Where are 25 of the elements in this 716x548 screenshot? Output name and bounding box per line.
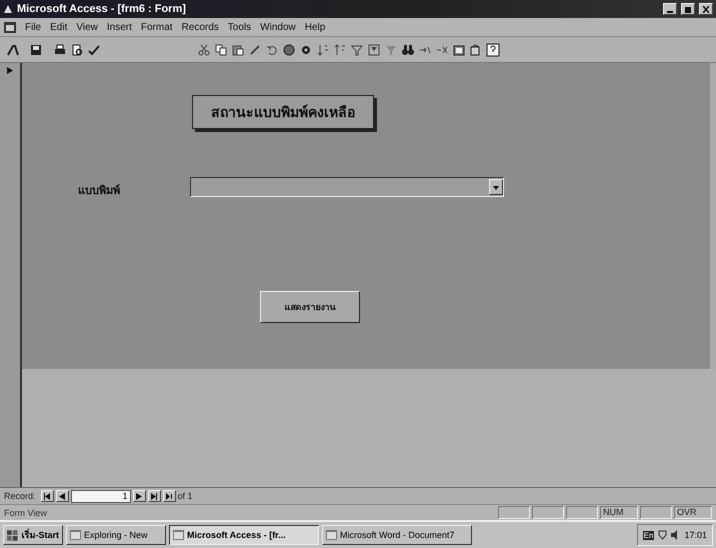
status-indicator: OVR xyxy=(674,506,712,519)
menu-item[interactable]: Records xyxy=(182,22,219,32)
taskbar-button[interactable]: Microsoft Word - Document7 xyxy=(322,525,472,545)
taskbar-button[interactable]: Exploring - New xyxy=(66,525,166,545)
menu-item[interactable]: Tools xyxy=(228,22,252,32)
field-label: แบบพิมพ์ xyxy=(78,183,120,199)
menu-item[interactable]: Window xyxy=(260,22,296,32)
start-button[interactable]: เริ่ม-Start xyxy=(3,525,63,545)
menu-item[interactable]: Format xyxy=(140,22,173,32)
menu-item[interactable]: Help xyxy=(304,22,326,32)
record-number-field[interactable]: 1 xyxy=(70,490,131,502)
window-title: Microsoft Access - [frm6 : Form] xyxy=(17,3,187,15)
menu-item[interactable]: File xyxy=(25,22,42,32)
taskbar-button[interactable]: Microsoft Access - [fr... xyxy=(169,525,319,545)
menu-item[interactable]: View xyxy=(76,22,98,32)
form-heading: สถานะแบบพิมพ์คงเหลือ xyxy=(192,95,374,129)
clock: 17:01 xyxy=(684,530,707,540)
show-report-button[interactable]: แสดงรายงาน xyxy=(260,291,360,323)
status-indicator: NUM xyxy=(600,506,638,519)
record-count: of 1 xyxy=(178,491,193,501)
record-label: Record: xyxy=(4,491,36,501)
menu-item[interactable]: Edit xyxy=(50,22,68,32)
language-indicator[interactable]: En xyxy=(642,530,654,540)
status-text: Form View xyxy=(4,508,48,518)
menu-item[interactable]: Insert xyxy=(106,22,132,32)
